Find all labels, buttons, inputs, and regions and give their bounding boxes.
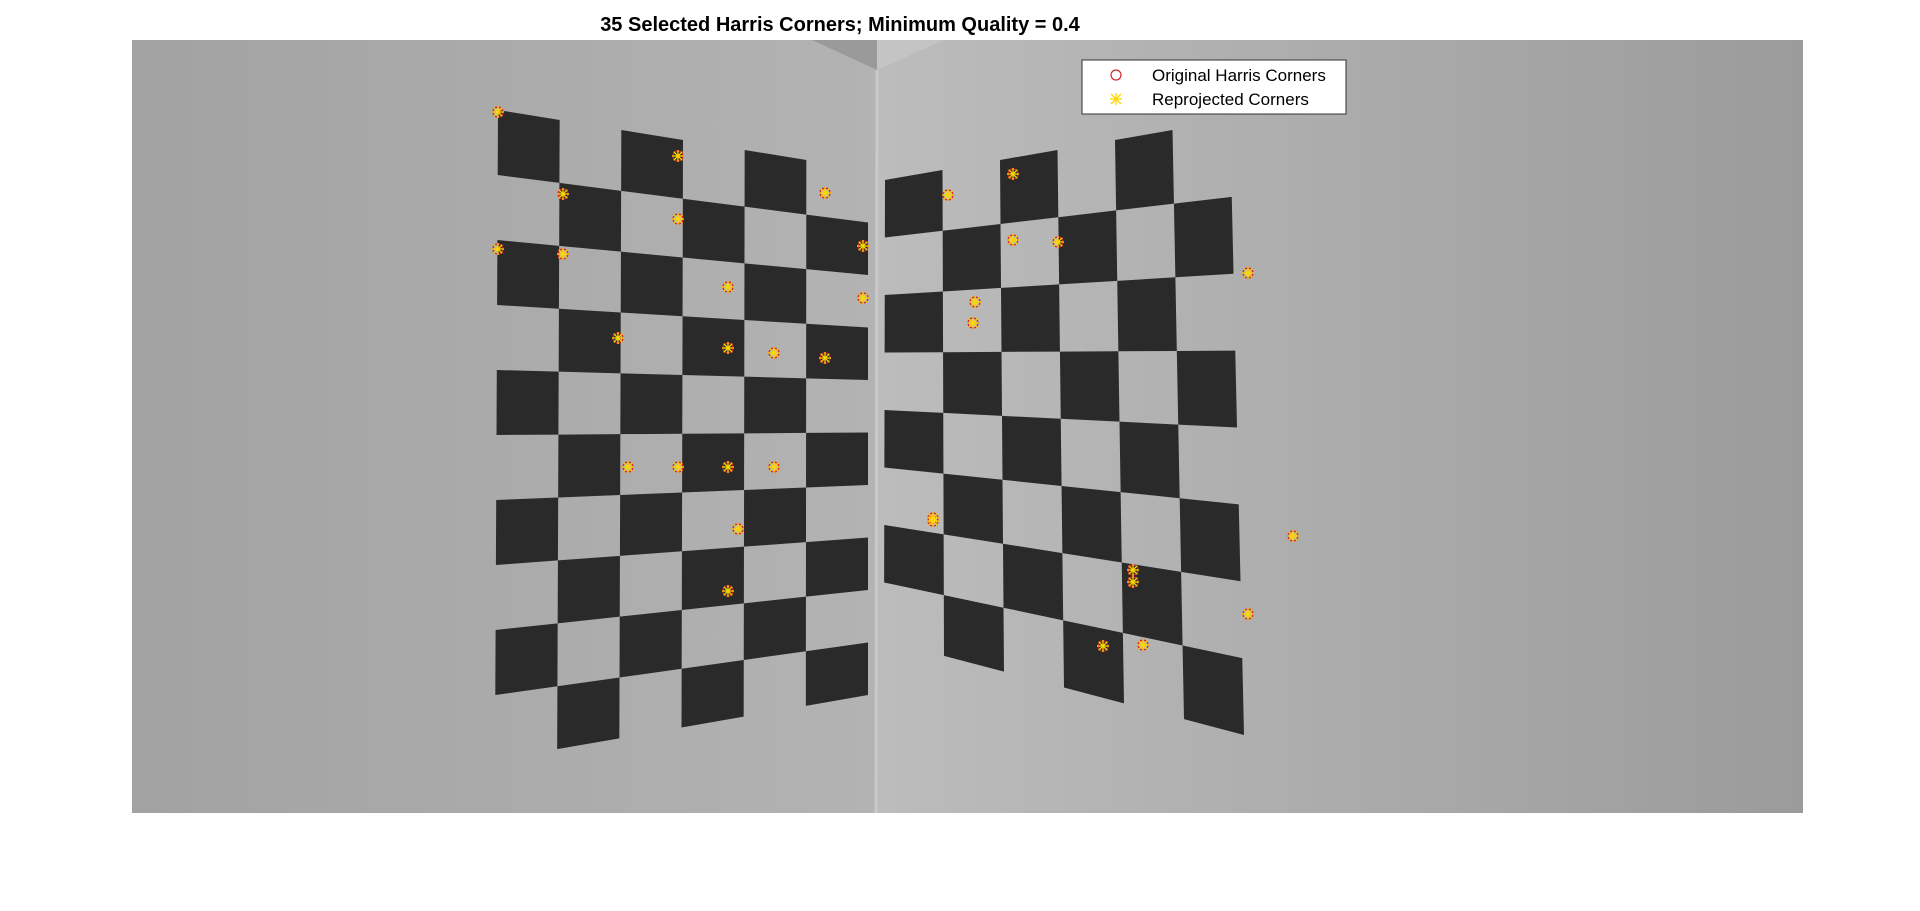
- checker-square: [1119, 421, 1180, 499]
- checker-square: [681, 660, 744, 728]
- reprojected-corner-point: [1127, 576, 1139, 588]
- reprojected-corner-point: [1242, 267, 1254, 279]
- checker-square: [1173, 196, 1234, 278]
- reprojected-corner-point: [672, 213, 684, 225]
- checker-square: [495, 623, 558, 695]
- checker-square: [1176, 350, 1237, 428]
- checker-square: [620, 251, 683, 317]
- checker-square: [497, 110, 560, 183]
- checker-square: [1001, 284, 1060, 352]
- reprojected-corner-point: [722, 342, 734, 354]
- checker-square: [1058, 210, 1118, 285]
- checker-square: [1117, 277, 1177, 352]
- checker-square: [805, 642, 868, 706]
- checker-square: [1002, 415, 1062, 486]
- reprojected-corner-point: [1137, 639, 1149, 651]
- checker-square: [884, 410, 944, 474]
- checker-square: [495, 497, 559, 565]
- checker-square: [743, 596, 806, 660]
- checker-square: [744, 150, 807, 215]
- checker-square: [557, 677, 620, 750]
- reprojected-corner-point: [819, 187, 831, 199]
- reprojected-corner-point: [969, 296, 981, 308]
- legend-label-original: Original Harris Corners: [1152, 66, 1326, 85]
- reprojected-corner-point: [1242, 608, 1254, 620]
- checker-square: [682, 316, 745, 377]
- figure: 35 Selected Harris Corners; Minimum Qual…: [132, 14, 1803, 814]
- checker-square: [1061, 485, 1122, 563]
- checker-square: [744, 376, 807, 434]
- checker-square: [621, 130, 683, 199]
- checker-square: [619, 610, 682, 678]
- checker-square: [558, 308, 621, 374]
- reprojected-corner-point: [672, 461, 684, 473]
- checker-square: [1000, 150, 1059, 224]
- checker-square: [1003, 543, 1064, 621]
- checker-square: [619, 492, 683, 556]
- chart-title: 35 Selected Harris Corners; Minimum Qual…: [600, 14, 1080, 36]
- reprojected-corner-point: [967, 317, 979, 329]
- reprojected-corner-point: [768, 347, 780, 359]
- legend-label-reprojected: Reprojected Corners: [1152, 90, 1309, 109]
- reprojected-corner-point: [857, 292, 869, 304]
- checker-square: [884, 170, 943, 238]
- checker-square: [806, 432, 868, 488]
- reprojected-corner-point: [722, 281, 734, 293]
- reprojected-corner-point: [557, 248, 569, 260]
- reprojected-corner-point: [942, 189, 954, 201]
- reprojected-corner-point: [732, 523, 744, 535]
- reprojected-corner-point: [557, 188, 569, 200]
- checker-square: [558, 434, 621, 498]
- reprojected-corner-point: [1287, 530, 1299, 542]
- reprojected-corner-point: [857, 240, 869, 252]
- checker-square: [1115, 130, 1174, 211]
- reprojected-corner-point: [722, 461, 734, 473]
- image-axes: [132, 40, 1803, 814]
- legend-asterisk-marker: [1110, 93, 1122, 105]
- checker-square: [620, 373, 683, 435]
- reprojected-corner-point: [622, 461, 634, 473]
- checker-square: [682, 433, 745, 493]
- reprojected-corner-point: [672, 150, 684, 162]
- checker-square: [942, 223, 1001, 292]
- checker-square: [682, 198, 745, 264]
- checker-square: [681, 546, 744, 610]
- reprojected-corner-point: [612, 332, 624, 344]
- checker-square: [943, 473, 1003, 544]
- reprojected-corner-point: [1127, 564, 1139, 576]
- reprojected-corner-point: [722, 585, 734, 597]
- checker-square: [497, 240, 560, 309]
- checker-square: [806, 323, 868, 380]
- checker-square: [805, 537, 868, 597]
- legend: Original Harris Corners Reprojected Corn…: [1081, 59, 1347, 115]
- checker-square: [744, 263, 807, 324]
- reprojected-corner-point: [819, 352, 831, 364]
- checker-square: [743, 487, 807, 547]
- checker-square: [1059, 351, 1120, 422]
- reprojected-corner-point: [768, 461, 780, 473]
- reprojected-corner-point: [1052, 236, 1064, 248]
- reprojected-corner-point: [927, 512, 939, 524]
- reprojected-corner-point: [1007, 168, 1019, 180]
- reprojected-corner-point: [492, 106, 504, 118]
- checker-square: [496, 370, 559, 435]
- checker-square: [1179, 498, 1241, 582]
- checker-square: [943, 351, 1002, 416]
- checker-square: [557, 555, 620, 624]
- reprojected-corner-point: [492, 243, 504, 255]
- checker-square: [884, 291, 944, 353]
- reprojected-corner-point: [1097, 640, 1109, 652]
- photo-background: [132, 40, 1803, 814]
- reprojected-corner-point: [1007, 234, 1019, 246]
